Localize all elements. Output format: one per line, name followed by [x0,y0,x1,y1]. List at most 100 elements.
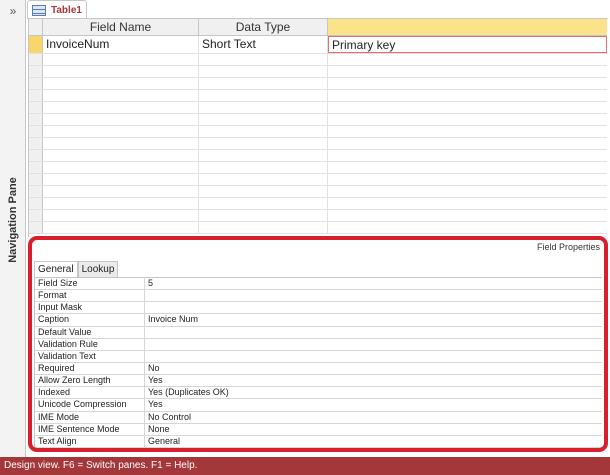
description-cell[interactable] [328,138,607,149]
description-cell[interactable] [328,222,607,233]
row-selector[interactable] [29,174,43,185]
data-type-cell[interactable] [199,210,328,221]
row-selector[interactable] [29,198,43,209]
description-cell[interactable] [328,210,607,221]
property-value[interactable]: 5 [145,278,602,289]
tab-table1[interactable]: Table1 [27,0,87,19]
row-selector[interactable] [29,210,43,221]
row-selector[interactable] [29,222,43,233]
field-name-cell[interactable] [43,174,199,185]
data-type-cell[interactable] [199,126,328,137]
property-value[interactable] [145,302,602,313]
field-name-cell[interactable] [43,162,199,173]
data-type-cell[interactable] [199,222,328,233]
row-selector[interactable] [29,102,43,113]
expand-chevron-icon[interactable]: » [0,2,26,20]
property-value[interactable]: None [145,424,602,435]
property-value[interactable]: Yes (Duplicates OK) [145,387,602,398]
property-row[interactable]: Default Value [35,326,602,339]
row-selector[interactable] [29,138,43,149]
data-type-cell[interactable] [199,198,328,209]
field-name-cell[interactable] [43,126,199,137]
property-row[interactable]: Input Mask [35,302,602,315]
row-selector[interactable] [29,66,43,77]
data-type-cell[interactable] [199,78,328,89]
data-type-cell[interactable] [199,162,328,173]
field-name-cell[interactable] [43,78,199,89]
data-type-cell[interactable]: Short Text [199,36,328,53]
property-value[interactable]: General [145,436,602,447]
row-selector[interactable] [29,114,43,125]
data-type-cell[interactable] [199,114,328,125]
field-name-cell[interactable] [43,102,199,113]
property-value[interactable] [145,339,602,350]
row-selector[interactable] [29,150,43,161]
table-row[interactable] [29,114,607,126]
property-value[interactable]: No [145,363,602,374]
table-row[interactable] [29,222,607,234]
description-cell[interactable] [328,162,607,173]
data-type-cell[interactable] [199,66,328,77]
description-cell[interactable] [328,186,607,197]
property-value[interactable]: Yes [145,399,602,410]
data-type-cell[interactable] [199,150,328,161]
description-cell[interactable] [328,54,607,65]
property-row[interactable]: Format [35,290,602,303]
data-type-cell[interactable] [199,90,328,101]
field-name-cell[interactable] [43,222,199,233]
property-value[interactable] [145,351,602,362]
description-cell[interactable] [328,114,607,125]
data-type-cell[interactable] [199,174,328,185]
description-cell[interactable]: Primary key [328,36,607,53]
table-row[interactable] [29,90,607,102]
row-selector[interactable] [29,54,43,65]
property-value[interactable] [145,327,602,338]
row-selector[interactable] [29,78,43,89]
field-name-cell[interactable] [43,66,199,77]
field-name-cell[interactable] [43,198,199,209]
column-header-description[interactable] [328,19,607,36]
description-cell[interactable] [328,102,607,113]
table-row[interactable]: InvoiceNum Short Text Primary key [29,36,607,54]
row-selector[interactable] [29,126,43,137]
row-selector[interactable] [29,36,43,53]
table-row[interactable] [29,66,607,78]
property-value[interactable]: Invoice Num [145,314,602,325]
row-selector[interactable] [29,186,43,197]
description-cell[interactable] [328,78,607,89]
column-header-data-type[interactable]: Data Type [199,19,328,36]
row-selector[interactable] [29,162,43,173]
data-type-cell[interactable] [199,102,328,113]
row-selector[interactable] [29,90,43,101]
field-name-cell[interactable] [43,90,199,101]
property-row[interactable]: Field Size 5 [35,278,602,291]
property-value[interactable]: Yes [145,375,602,386]
description-cell[interactable] [328,126,607,137]
table-row[interactable] [29,186,607,198]
description-cell[interactable] [328,90,607,101]
navigation-pane[interactable]: » Navigation Pane [0,0,26,457]
field-name-cell[interactable] [43,54,199,65]
property-row[interactable]: Required No [35,362,602,376]
field-name-cell[interactable]: InvoiceNum [43,36,199,53]
property-value[interactable]: No Control [145,412,602,423]
table-row[interactable] [29,210,607,222]
table-row[interactable] [29,198,607,210]
property-row[interactable]: Validation Text [35,350,602,363]
field-name-cell[interactable] [43,114,199,125]
property-row[interactable]: IME Mode No Control [35,411,602,424]
property-row[interactable]: Caption Invoice Num [35,314,602,327]
property-value[interactable] [145,290,602,301]
property-row[interactable]: Indexed Yes (Duplicates OK) [35,387,602,400]
description-cell[interactable] [328,150,607,161]
table-row[interactable] [29,102,607,114]
design-grid[interactable]: Field Name Data Type InvoiceNum Short Te… [28,19,607,237]
property-row[interactable]: Text Align General [35,435,602,448]
description-cell[interactable] [328,66,607,77]
description-cell[interactable] [328,174,607,185]
field-name-cell[interactable] [43,150,199,161]
description-cell[interactable] [328,198,607,209]
table-row[interactable] [29,150,607,162]
data-type-cell[interactable] [199,138,328,149]
table-row[interactable] [29,54,607,66]
